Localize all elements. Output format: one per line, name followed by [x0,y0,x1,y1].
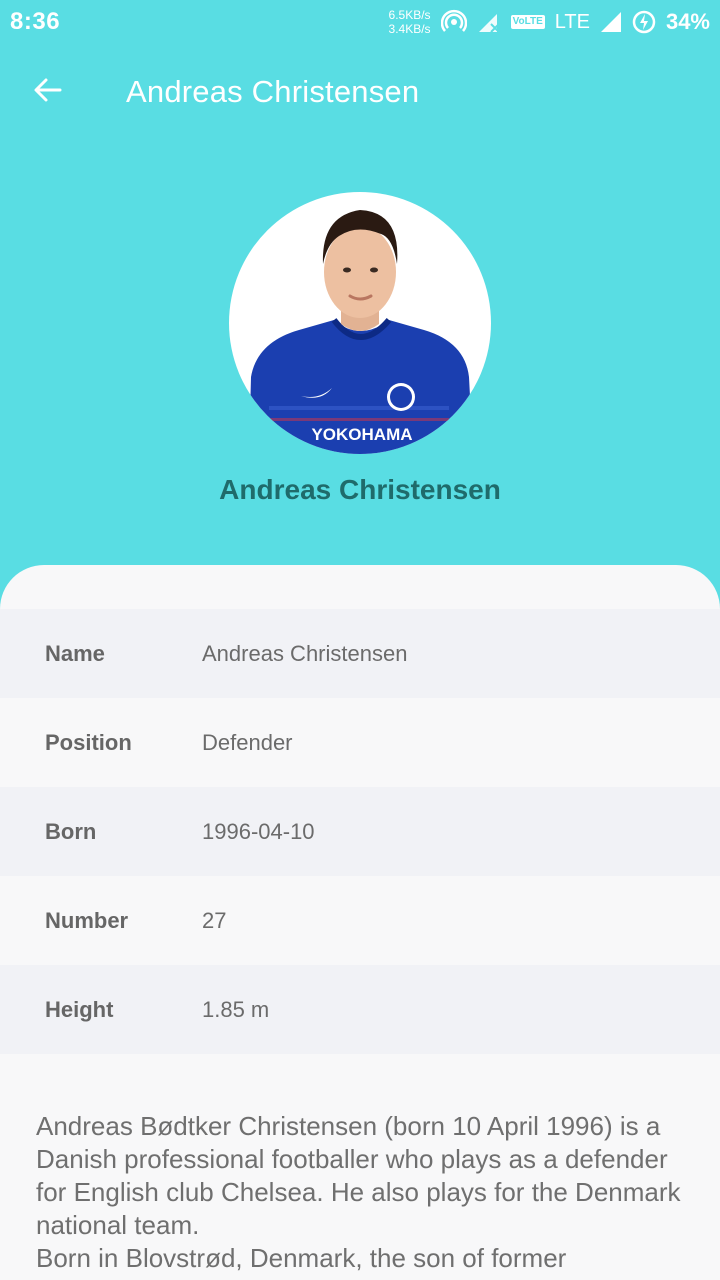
detail-row-name: Name Andreas Christensen [0,609,720,698]
status-bar: 8:36 6.5KB/s 3.4KB/s VoLTE LTE 34% [0,0,720,44]
page-title: Andreas Christensen [126,74,420,109]
back-button[interactable] [0,44,96,140]
bio-paragraph: Andreas Bødtker Christensen (born 10 Apr… [36,1111,681,1240]
app-bar: Andreas Christensen [0,44,720,140]
status-icons: 6.5KB/s 3.4KB/s VoLTE LTE 34% [389,8,710,36]
detail-value: 27 [202,907,227,933]
detail-label: Position [45,729,132,755]
detail-value: Andreas Christensen [202,640,408,666]
network-type: LTE [554,10,590,33]
player-avatar: YOKOHAMA [229,192,491,454]
volte-badge: VoLTE [510,15,545,29]
bio-paragraph: Born in Blovstrød, Denmark, the son of f… [36,1243,567,1273]
signal-off-icon [477,10,501,34]
player-details-table: Name Andreas Christensen Position Defend… [0,609,720,1054]
detail-label: Name [45,640,105,666]
net-down-speed: 3.4KB/s [388,22,431,36]
signal-icon [600,11,622,33]
hotspot-icon [440,9,467,35]
jersey-sponsor-text: YOKOHAMA [311,425,412,444]
detail-label: Number [45,907,129,933]
detail-row-number: Number 27 [0,876,720,965]
detail-row-height: Height 1.85 m [0,965,720,1054]
detail-value: 1.85 m [202,996,270,1022]
status-time: 8:36 [10,8,61,35]
arrow-left-icon [32,74,64,111]
player-biography: Andreas Bødtker Christensen (born 10 Apr… [36,1110,686,1275]
detail-value: 1996-04-10 [202,818,315,844]
detail-value: Defender [202,729,293,755]
detail-row-position: Position Defender [0,698,720,787]
detail-label: Height [45,996,114,1022]
player-name-heading: Andreas Christensen [219,474,501,505]
battery-charging-icon [632,10,656,34]
battery-level: 34% [665,9,710,34]
player-photo: YOKOHAMA [249,210,473,454]
net-up-speed: 6.5KB/s [388,8,431,22]
detail-label: Born [45,818,97,844]
detail-row-born: Born 1996-04-10 [0,787,720,876]
network-speed: 6.5KB/s 3.4KB/s [389,8,431,36]
